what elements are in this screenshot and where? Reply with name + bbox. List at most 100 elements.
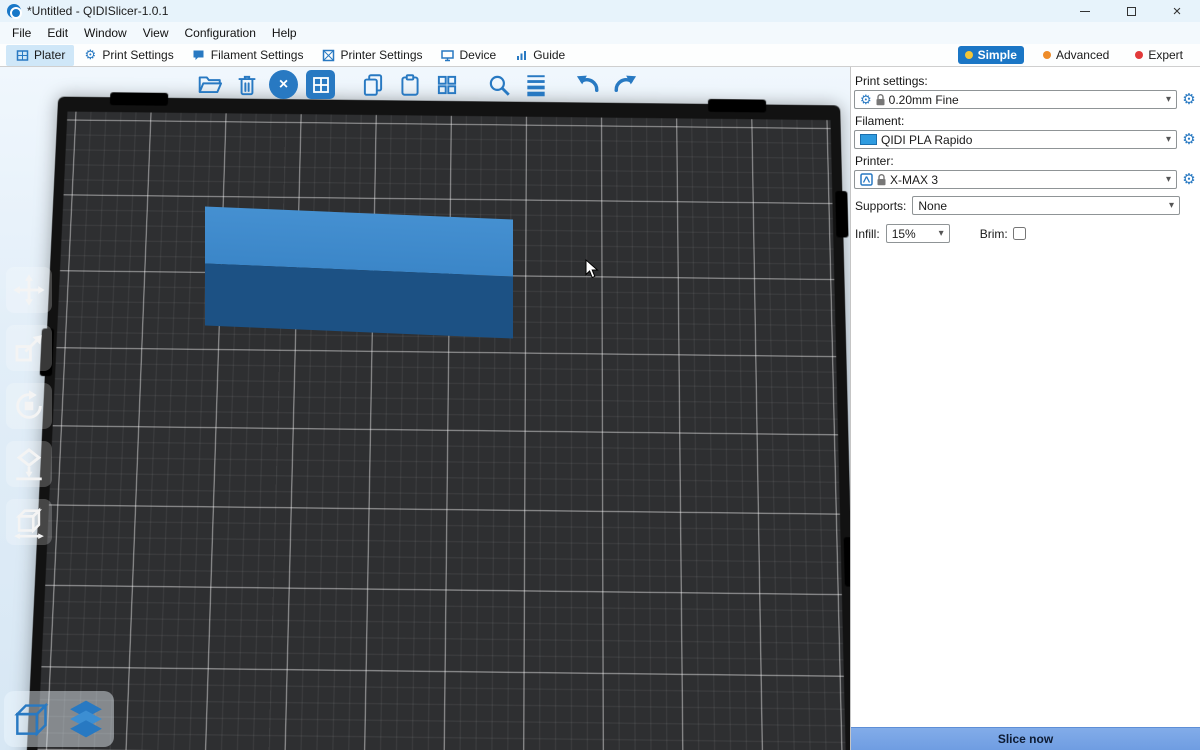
undo-button[interactable] [573, 70, 602, 99]
filament-value: QIDI PLA Rapido [881, 133, 972, 147]
infill-combo[interactable]: 15% ▾ [886, 224, 950, 243]
slice-now-label: Slice now [998, 732, 1053, 746]
supports-row: Supports: None ▾ [855, 196, 1180, 215]
layer-height-icon [523, 72, 549, 98]
filament-settings-icon [192, 48, 206, 62]
lock-icon [876, 94, 885, 106]
delete-all-button[interactable]: × [269, 70, 298, 99]
preview-button[interactable] [62, 695, 110, 743]
maximize-icon [1127, 7, 1136, 16]
tab-bar: Plater ⚙ Print Settings Filament Setting… [0, 44, 1200, 67]
menu-item-file[interactable]: File [4, 22, 39, 44]
mode-expert[interactable]: Expert [1128, 46, 1190, 64]
move-icon [12, 273, 46, 307]
bed-clip [110, 92, 168, 105]
tab-plater[interactable]: Plater [6, 45, 74, 66]
supports-label: Supports: [855, 199, 906, 213]
printer-value: X-MAX 3 [890, 173, 938, 187]
paste-button[interactable] [395, 70, 424, 99]
menu-item-edit[interactable]: Edit [39, 22, 76, 44]
redo-button[interactable] [610, 70, 639, 99]
printer-gear-button[interactable]: ⚙ [1181, 172, 1197, 187]
printer-icon [860, 173, 873, 186]
print-settings-combo[interactable]: ⚙ 0.20mm Fine ▾ [854, 90, 1177, 109]
view-toolbar [4, 691, 114, 747]
printer-label: Printer: [855, 154, 1200, 168]
mode-label: Expert [1148, 48, 1183, 62]
window-controls: × [1062, 0, 1200, 22]
copy-icon [360, 72, 386, 98]
arrange-button[interactable] [306, 70, 335, 99]
undo-icon [574, 71, 602, 99]
gizmo-toolbar [6, 267, 52, 545]
rotate-tool-button[interactable] [6, 383, 52, 429]
plater-toolbar: × [195, 70, 639, 99]
minimize-button[interactable] [1062, 0, 1108, 22]
paste-icon [397, 72, 423, 98]
menu-item-help[interactable]: Help [264, 22, 305, 44]
scale-icon [12, 331, 46, 365]
delete-button[interactable] [232, 70, 261, 99]
slice-now-button[interactable]: Slice now [851, 727, 1200, 750]
measure-icon [12, 505, 46, 539]
close-icon: × [1173, 4, 1182, 19]
model-front-face [205, 264, 513, 339]
filament-gear-button[interactable]: ⚙ [1181, 132, 1197, 147]
variable-layer-height-button[interactable] [521, 70, 550, 99]
guide-icon [514, 48, 528, 62]
tab-label: Filament Settings [211, 48, 304, 62]
filament-color-swatch [860, 134, 877, 145]
tab-printer-settings[interactable]: Printer Settings [312, 45, 431, 66]
tab-guide[interactable]: Guide [505, 45, 574, 66]
menu-item-window[interactable]: Window [76, 22, 135, 44]
model-object[interactable] [205, 207, 513, 339]
cube-3d-icon [10, 697, 54, 741]
brim-checkbox[interactable] [1013, 227, 1026, 240]
filament-combo[interactable]: QIDI PLA Rapido ▾ [854, 130, 1177, 149]
infill-value: 15% [892, 227, 916, 241]
app-icon [7, 4, 21, 18]
open-button[interactable] [195, 70, 224, 99]
mode-switcher: Simple Advanced Expert [958, 46, 1194, 64]
place-on-face-tool-button[interactable] [6, 441, 52, 487]
printer-combo[interactable]: X-MAX 3 ▾ [854, 170, 1177, 189]
redo-icon [611, 71, 639, 99]
measure-tool-button[interactable] [6, 499, 52, 545]
chevron-down-icon: ▾ [1169, 201, 1174, 211]
print-bed-frame [17, 97, 850, 750]
print-bed [29, 112, 850, 750]
title-bar: *Untitled - QIDISlicer-1.0.1 × [0, 0, 1200, 22]
infill-row: Infill: 15% ▾ Brim: [855, 224, 1200, 243]
rotate-icon [12, 389, 46, 423]
layers-icon [64, 697, 108, 741]
tab-print-settings[interactable]: ⚙ Print Settings [74, 45, 182, 66]
menu-item-view[interactable]: View [135, 22, 177, 44]
print-settings-gear-button[interactable]: ⚙ [1181, 92, 1197, 107]
close-button[interactable]: × [1154, 0, 1200, 22]
printer-row: X-MAX 3 ▾ ⚙ [854, 170, 1197, 189]
split-objects-button[interactable] [432, 70, 461, 99]
print-settings-icon: ⚙ [83, 48, 97, 62]
bed-clip [708, 99, 766, 113]
copy-button[interactable] [358, 70, 387, 99]
menu-item-configuration[interactable]: Configuration [177, 22, 264, 44]
settings-sidebar: Print settings: ⚙ 0.20mm Fine ▾ ⚙ Filame… [850, 67, 1200, 750]
move-tool-button[interactable] [6, 267, 52, 313]
mode-advanced[interactable]: Advanced [1036, 46, 1116, 64]
viewport-3d[interactable]: × [0, 67, 850, 750]
tab-filament-settings[interactable]: Filament Settings [183, 45, 313, 66]
editor-view-button[interactable] [8, 695, 56, 743]
mode-simple[interactable]: Simple [958, 46, 1024, 64]
supports-combo[interactable]: None ▾ [912, 196, 1180, 215]
maximize-button[interactable] [1108, 0, 1154, 22]
mode-label: Advanced [1056, 48, 1109, 62]
tab-label: Device [460, 48, 497, 62]
chevron-down-icon: ▾ [1166, 135, 1171, 145]
scale-tool-button[interactable] [6, 325, 52, 371]
tab-device[interactable]: Device [432, 45, 506, 66]
minimize-icon [1080, 11, 1090, 12]
filament-row: QIDI PLA Rapido ▾ ⚙ [854, 130, 1197, 149]
search-button[interactable] [484, 70, 513, 99]
search-icon [486, 72, 512, 98]
print-settings-value: 0.20mm Fine [889, 93, 959, 107]
